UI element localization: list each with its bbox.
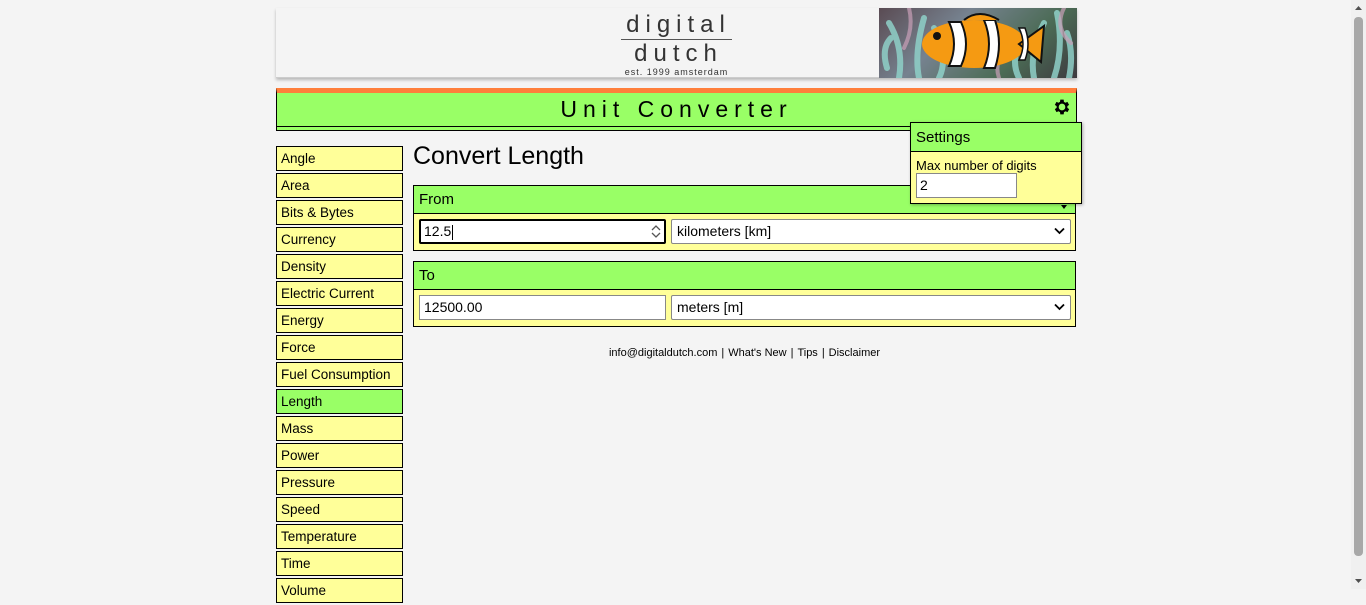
from-value-text: 12.5: [424, 223, 452, 239]
chevron-down-icon: [1054, 303, 1065, 311]
spinner-icon[interactable]: [651, 223, 661, 240]
settings-popup: Settings Max number of digits 2: [910, 122, 1082, 204]
sidebar-item-volume[interactable]: Volume: [276, 578, 403, 603]
footer-disclaimer-link[interactable]: Disclaimer: [829, 347, 880, 359]
scrollbar-thumb[interactable]: [1354, 17, 1363, 556]
sidebar-item-fuel-consumption[interactable]: Fuel Consumption: [276, 362, 403, 387]
from-unit-select[interactable]: kilometers [km]: [671, 219, 1071, 244]
clownfish-banner-image: [879, 8, 1077, 78]
footer-email-link[interactable]: info@digitaldutch.com: [609, 347, 717, 359]
site-banner: digital dutch est. 1999 amsterdam: [276, 8, 1077, 78]
from-unit-value: kilometers [km]: [677, 223, 772, 239]
sidebar-item-density[interactable]: Density: [276, 254, 403, 279]
sidebar-item-pressure[interactable]: Pressure: [276, 470, 403, 495]
sidebar-item-electric-current[interactable]: Electric Current: [276, 281, 403, 306]
footer-links: info@digitaldutch.com | What's New | Tips | Di…: [276, 347, 1213, 359]
footer-separator: |: [821, 347, 825, 359]
footer-separator: |: [721, 347, 725, 359]
scroll-up-arrow-icon[interactable]: [1354, 4, 1363, 13]
footer-whats-new-link[interactable]: What's New: [728, 347, 786, 359]
to-unit-select[interactable]: meters [m]: [671, 295, 1071, 320]
settings-title: Settings: [911, 123, 1081, 152]
sidebar-item-angle[interactable]: Angle: [276, 146, 403, 171]
to-body: 12500.00 meters [m]: [414, 290, 1075, 326]
scroll-down-arrow-icon[interactable]: [1354, 576, 1363, 585]
footer-separator: |: [790, 347, 794, 359]
sidebar-item-currency[interactable]: Currency: [276, 227, 403, 252]
from-value-input[interactable]: 12.5: [419, 219, 666, 244]
swap-arrow-icon[interactable]: [1060, 203, 1068, 211]
vertical-scrollbar[interactable]: [1351, 0, 1366, 589]
text-caret: [452, 224, 454, 240]
max-digits-label: Max number of digits: [916, 158, 1037, 173]
from-body: 12.5 kilometers [km]: [414, 214, 1075, 250]
to-unit-value: meters [m]: [677, 299, 744, 315]
max-digits-input[interactable]: 2: [916, 173, 1017, 198]
footer-tips-link[interactable]: Tips: [797, 347, 817, 359]
logo-line2: dutch: [634, 40, 723, 67]
sidebar-item-bits-bytes[interactable]: Bits & Bytes: [276, 200, 403, 225]
to-label: To: [419, 267, 435, 284]
from-label: From: [419, 191, 454, 208]
to-value-output[interactable]: 12500.00: [419, 295, 666, 320]
logo-tagline: est. 1999 amsterdam: [624, 67, 729, 77]
sidebar-item-energy[interactable]: Energy: [276, 308, 403, 333]
gear-icon[interactable]: [1052, 97, 1072, 117]
sidebar-item-temperature[interactable]: Temperature: [276, 524, 403, 549]
sidebar-item-power[interactable]: Power: [276, 443, 403, 468]
category-sidebar: Angle Area Bits & Bytes Currency Density…: [276, 146, 403, 605]
to-panel: To 12500.00 meters [m]: [413, 261, 1076, 327]
sidebar-item-time[interactable]: Time: [276, 551, 403, 576]
sidebar-item-area[interactable]: Area: [276, 173, 403, 198]
site-logo[interactable]: digital dutch est. 1999 amsterdam: [619, 12, 734, 77]
sidebar-item-speed[interactable]: Speed: [276, 497, 403, 522]
sidebar-item-length[interactable]: Length: [276, 389, 403, 414]
sidebar-item-mass[interactable]: Mass: [276, 416, 403, 441]
logo-line1: digital: [626, 11, 731, 38]
chevron-down-icon: [1054, 227, 1065, 235]
app-title: Unit Converter: [560, 96, 793, 122]
to-header: To: [414, 262, 1075, 290]
